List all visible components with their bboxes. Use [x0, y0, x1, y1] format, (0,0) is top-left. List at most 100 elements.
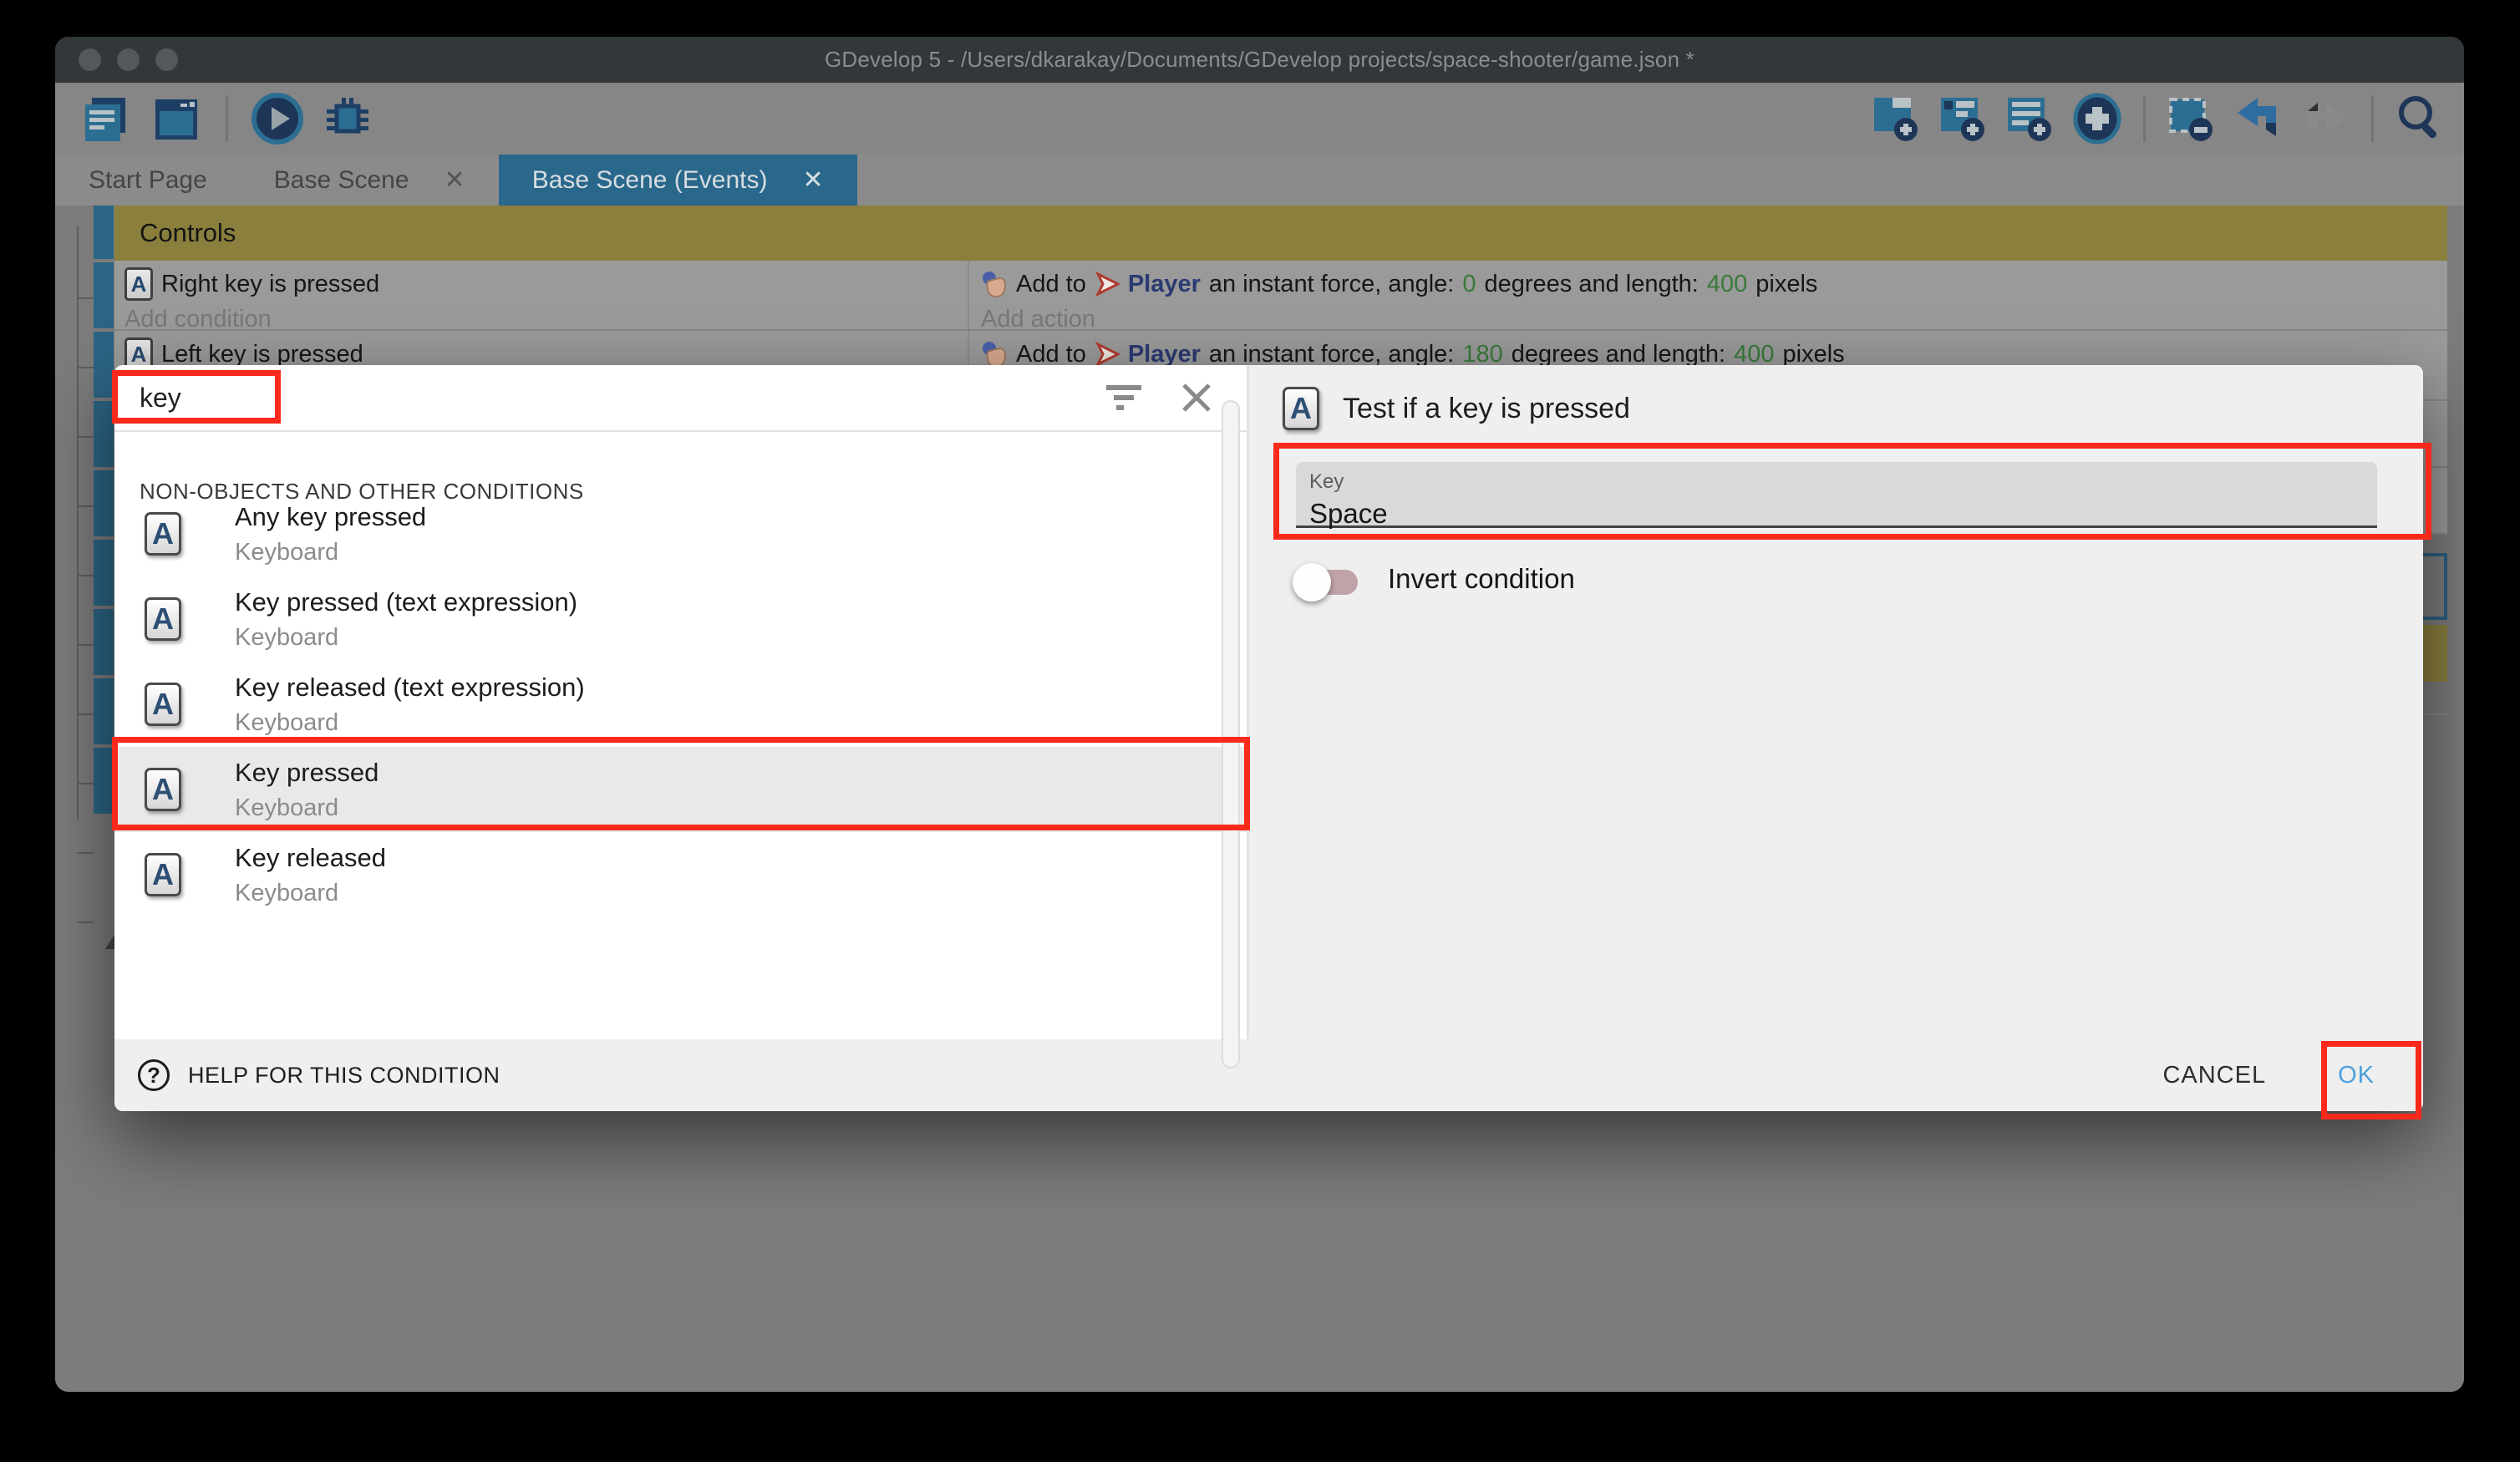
dialog-footer: ? HELP FOR THIS CONDITION CANCEL OK [114, 1039, 2423, 1111]
condition-text: Left key is pressed [161, 341, 363, 368]
list-item-key-released[interactable]: A Key released Keyboard [114, 832, 1247, 917]
annotation-box-search [112, 370, 281, 424]
titlebar: GDevelop 5 - /Users/dkarakay/Documents/G… [55, 37, 2464, 83]
comment-text: Controls [114, 218, 236, 248]
event-row[interactable]: A Right key is pressed Add condition Add… [114, 261, 2447, 331]
tab-label: Base Scene (Events) [532, 166, 768, 195]
remove-event-icon[interactable] [2166, 93, 2218, 145]
condition-search-panel: key NON-OBJECTS AND OTHER CONDITIONS A A… [114, 365, 1249, 1039]
list-item-key-released-text-expression[interactable]: A Key released (text expression) Keyboar… [114, 662, 1247, 747]
close-tab-icon[interactable]: ✕ [803, 165, 824, 195]
main-toolbar [55, 83, 2464, 155]
event-selection-bar[interactable] [94, 678, 114, 744]
add-new-icon[interactable] [2071, 93, 2123, 145]
event-selection-bar[interactable] [94, 401, 114, 467]
help-button[interactable]: ? HELP FOR THIS CONDITION [138, 1059, 500, 1091]
item-subtitle: Keyboard [235, 539, 426, 566]
condition-list: A Any key pressed Keyboard A Key pressed… [114, 491, 1247, 917]
action-text: Add to [1016, 271, 1086, 298]
list-item-key-pressed-text-expression[interactable]: A Key pressed (text expression) Keyboard [114, 576, 1247, 662]
event-selection-bar[interactable] [94, 206, 114, 259]
scene-editor-icon[interactable] [150, 93, 202, 145]
search-row: key [114, 365, 1247, 432]
item-title: Any key pressed [235, 502, 426, 532]
list-scrollbar[interactable] [1222, 400, 1240, 1069]
length-value: 400 [1734, 341, 1774, 368]
annotation-box-ok-button [2321, 1041, 2421, 1119]
close-dialog-icon[interactable] [1180, 381, 1213, 414]
action-text: pixels [1783, 341, 1845, 368]
tab-label: Base Scene [274, 166, 409, 195]
keyboard-key-icon: A [145, 597, 181, 641]
keyboard-key-icon: A [145, 683, 181, 726]
condition-title: Test if a key is pressed [1343, 393, 1630, 425]
debug-icon[interactable] [322, 93, 373, 145]
action-text: Add to [1016, 341, 1086, 368]
object-name: Player [1128, 341, 1201, 368]
action-text: an instant force, angle: [1209, 341, 1454, 368]
keyboard-key-icon: A [145, 853, 181, 896]
add-comment-icon[interactable] [2004, 93, 2056, 145]
filter-icon[interactable] [1105, 380, 1143, 415]
add-event-icon[interactable] [1871, 93, 1923, 145]
player-object-icon [1095, 341, 1120, 368]
toolbar-separator [2371, 95, 2374, 142]
action-text: degrees and length: [1484, 271, 1698, 298]
keyboard-key-icon: A [1283, 387, 1319, 430]
force-hand-icon [981, 270, 1008, 298]
toolbar-separator [226, 95, 228, 142]
toggle-thumb[interactable] [1293, 563, 1331, 602]
event-comment-row[interactable]: Controls [114, 206, 2447, 261]
window-title: GDevelop 5 - /Users/dkarakay/Documents/G… [825, 47, 1694, 73]
play-icon[interactable] [251, 93, 303, 145]
close-tab-icon[interactable]: ✕ [445, 165, 465, 195]
item-subtitle: Keyboard [235, 709, 585, 737]
annotation-box-key-pressed-item [112, 737, 1250, 830]
player-object-icon [1095, 271, 1120, 297]
cancel-button[interactable]: CANCEL [2162, 1062, 2266, 1089]
annotation-box-key-field [1273, 443, 2431, 540]
event-selection-bar[interactable] [94, 470, 114, 536]
event-selection-bar[interactable] [94, 748, 114, 814]
question-mark-icon: ? [138, 1059, 170, 1091]
action-text: an instant force, angle: [1209, 271, 1454, 298]
keyboard-key-icon: A [145, 512, 181, 556]
redo-icon[interactable] [2299, 93, 2351, 145]
item-subtitle: Keyboard [235, 624, 577, 652]
list-item-any-key-pressed[interactable]: A Any key pressed Keyboard [114, 491, 1247, 576]
tab-base-scene-events[interactable]: Base Scene (Events) ✕ [499, 155, 857, 206]
add-condition-link[interactable]: Add condition [124, 306, 968, 333]
invert-condition-label: Invert condition [1388, 563, 1575, 595]
toolbar-separator [2143, 95, 2146, 142]
item-title: Key released (text expression) [235, 673, 585, 703]
condition-text: Right key is pressed [161, 271, 379, 298]
event-selection-bar[interactable] [94, 540, 114, 606]
tab-label: Start Page [89, 166, 207, 195]
item-subtitle: Keyboard [235, 880, 386, 907]
invert-condition-toggle[interactable] [1296, 570, 1358, 595]
minimize-window-button[interactable] [117, 48, 140, 71]
editor-tabs: Start Page Base Scene ✕ Base Scene (Even… [55, 155, 2464, 206]
length-value: 400 [1707, 271, 1747, 298]
event-selection-bar[interactable] [94, 609, 114, 675]
search-icon[interactable] [2394, 93, 2446, 145]
keyboard-key-icon: A [124, 267, 153, 301]
item-title: Key pressed (text expression) [235, 587, 577, 617]
tab-start-page[interactable]: Start Page [55, 155, 241, 206]
action-text: pixels [1755, 271, 1817, 298]
zoom-window-button[interactable] [155, 48, 178, 71]
tab-base-scene[interactable]: Base Scene ✕ [241, 155, 499, 206]
conditions-cell[interactable]: A Right key is pressed Add condition [114, 261, 969, 329]
object-name: Player [1128, 271, 1201, 298]
add-subevent-icon[interactable] [1938, 93, 1989, 145]
event-tree-line [77, 226, 79, 820]
actions-cell[interactable]: Add to Player an instant force, angle: 0… [969, 261, 2447, 329]
close-window-button[interactable] [79, 48, 101, 71]
project-manager-icon[interactable] [80, 93, 132, 145]
event-selection-bar[interactable] [94, 262, 114, 328]
event-selection-bar[interactable] [94, 332, 114, 398]
action-text: degrees and length: [1511, 341, 1725, 368]
item-title: Key released [235, 843, 386, 873]
add-action-link[interactable]: Add action [981, 306, 2447, 333]
undo-icon[interactable] [2233, 93, 2284, 145]
